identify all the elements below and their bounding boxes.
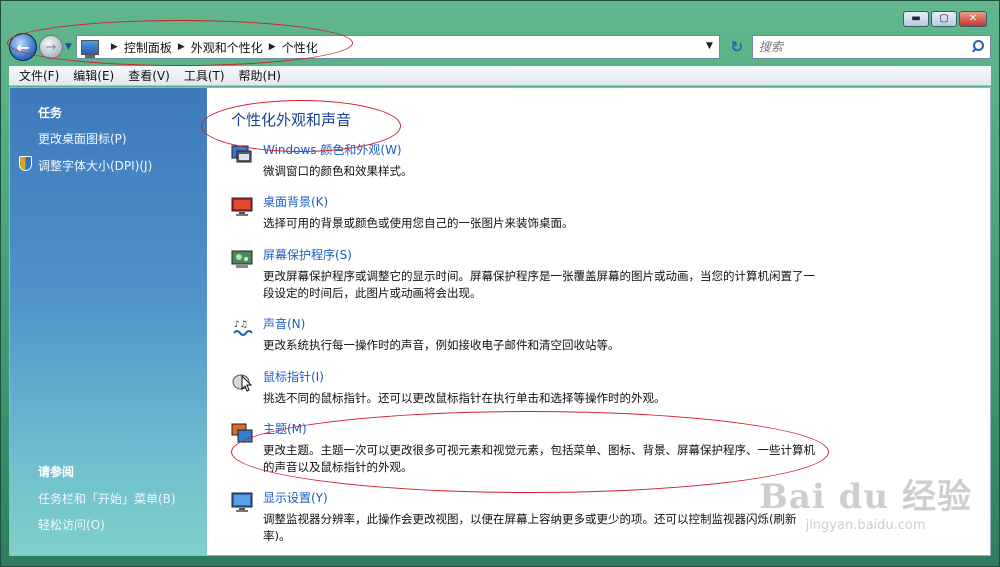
- refresh-icon[interactable]: ↻: [724, 38, 750, 56]
- ease-of-access-link[interactable]: 轻松访问(O): [38, 516, 105, 533]
- uac-shield-icon: [19, 156, 32, 171]
- taskbar-start-menu-link[interactable]: 任务栏和「开始」菜单(B): [38, 490, 176, 507]
- breadcrumb-separator-icon[interactable]: ▶: [111, 42, 118, 52]
- screensaver-icon: [231, 250, 253, 268]
- explorer-window: ▬ ▢ ✕ ← → ▼ ▶ 控制面板 ▶ 外观和个性化 ▶ 个性化 ▼ ↻ 文件…: [0, 0, 1000, 567]
- control-panel-icon: [80, 39, 99, 58]
- caption-buttons: ▬ ▢ ✕: [903, 11, 987, 27]
- mouse-pointer-icon: [232, 374, 253, 392]
- sound-desc: 更改系统执行每一操作时的声音，例如接收电子邮件和清空回收站等。: [263, 338, 620, 352]
- display-settings-link[interactable]: 显示设置(Y): [263, 489, 328, 506]
- tasks-heading: 任务: [38, 106, 63, 120]
- maximize-button[interactable]: ▢: [931, 11, 957, 27]
- menu-view[interactable]: 查看(V): [128, 67, 170, 84]
- mouse-pointer-link[interactable]: 鼠标指针(I): [263, 368, 324, 385]
- screensaver-desc: 更改屏幕保护程序或调整它的显示时间。屏幕保护程序是一张覆盖屏幕的图片或动画，当您…: [263, 269, 815, 300]
- content-area: 任务 更改桌面图标(P) 调整字体大小(DPI)(J) 请参阅 任务栏和「开始」…: [9, 87, 991, 556]
- sound-link[interactable]: 声音(N): [263, 315, 305, 332]
- breadcrumb-separator-icon[interactable]: ▶: [269, 42, 276, 52]
- forward-button[interactable]: →: [39, 35, 63, 59]
- window-color-icon: [231, 145, 252, 163]
- theme-desc: 更改主题。主题一次可以更改很多可视元素和视觉元素，包括菜单、图标、背景、屏幕保护…: [263, 443, 815, 474]
- menu-bar: 文件(F) 编辑(E) 查看(V) 工具(T) 帮助(H): [9, 66, 991, 86]
- breadcrumb-personalization[interactable]: 个性化: [282, 39, 318, 56]
- watermark-url: jingyan.baidu.com: [805, 518, 926, 533]
- menu-help[interactable]: 帮助(H): [239, 67, 281, 84]
- breadcrumb-separator-icon[interactable]: ▶: [178, 42, 185, 52]
- history-dropdown-icon[interactable]: ▼: [65, 42, 72, 52]
- baidu-jingyan-watermark: Bai du 经验 jingyan.baidu.com: [759, 469, 972, 533]
- breadcrumb-appearance[interactable]: 外观和个性化: [191, 39, 263, 56]
- display-settings-icon: [231, 492, 253, 512]
- desktop-background-desc: 选择可用的背景或颜色或使用您自己的一张图片来装饰桌面。: [263, 216, 574, 230]
- breadcrumb-control-panel[interactable]: 控制面板: [124, 39, 172, 56]
- see-also-heading: 请参阅: [38, 465, 75, 479]
- desktop-background-icon: [231, 197, 253, 216]
- theme-link[interactable]: 主题(M): [263, 420, 307, 437]
- menu-edit[interactable]: 编辑(E): [73, 67, 114, 84]
- desktop-background-link[interactable]: 桌面背景(K): [263, 193, 328, 210]
- theme-icon: [231, 423, 253, 443]
- search-icon[interactable]: [970, 40, 984, 54]
- minimize-button[interactable]: ▬: [903, 11, 929, 27]
- adjust-font-size-link[interactable]: 调整字体大小(DPI)(J): [38, 157, 152, 174]
- window-color-desc: 微调窗口的颜色和效果样式。: [263, 164, 413, 178]
- watermark-brand: Bai du 经验: [759, 477, 972, 517]
- sound-icon: ♪♫: [233, 320, 253, 336]
- address-dropdown-icon[interactable]: ▼: [706, 41, 713, 51]
- menu-tools[interactable]: 工具(T): [184, 67, 225, 84]
- mouse-pointer-desc: 挑选不同的鼠标指针。还可以更改鼠标指针在执行单击和选择等操作时的外观。: [263, 391, 666, 405]
- search-input[interactable]: [758, 40, 970, 54]
- window-color-link[interactable]: Windows 颜色和外观(W): [263, 141, 402, 158]
- address-bar[interactable]: ▶ 控制面板 ▶ 外观和个性化 ▶ 个性化 ▼: [75, 35, 720, 59]
- page-title: 个性化外观和声音: [231, 111, 352, 129]
- display-settings-desc: 调整监视器分辨率，此操作会更改视图，以便在屏幕上容纳更多或更少的项。还可以控制监…: [263, 512, 797, 543]
- search-box[interactable]: [751, 35, 991, 59]
- task-pane: 任务 更改桌面图标(P) 调整字体大小(DPI)(J) 请参阅 任务栏和「开始」…: [10, 88, 207, 555]
- svg-text:♪♫: ♪♫: [234, 320, 248, 330]
- close-button[interactable]: ✕: [959, 11, 987, 27]
- navigation-row: ← → ▼ ▶ 控制面板 ▶ 外观和个性化 ▶ 个性化 ▼ ↻: [9, 31, 991, 63]
- back-button[interactable]: ←: [9, 33, 37, 61]
- change-desktop-icons-link[interactable]: 更改桌面图标(P): [38, 130, 127, 147]
- menu-file[interactable]: 文件(F): [19, 67, 59, 84]
- screensaver-link[interactable]: 屏幕保护程序(S): [263, 246, 352, 263]
